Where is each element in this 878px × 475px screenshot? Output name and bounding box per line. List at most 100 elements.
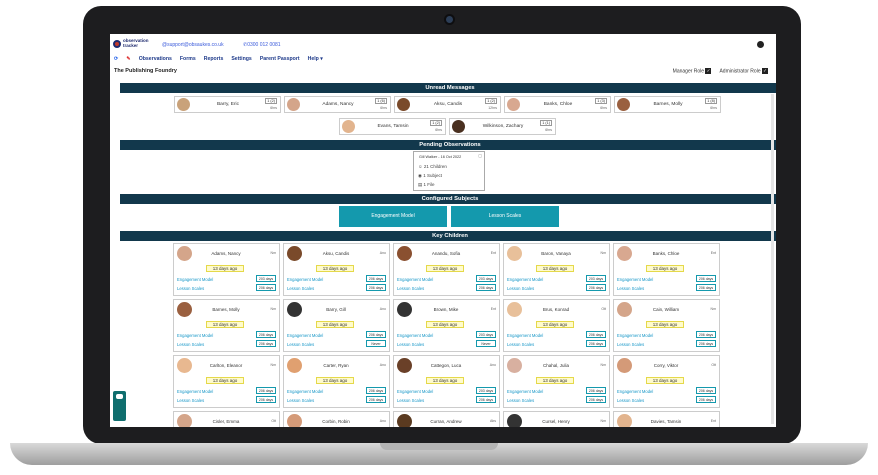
lesson-scales-link[interactable]: Lesson Scales — [397, 342, 424, 347]
child-card[interactable]: Barnes, Molly Nm 13 days ago Engagement Mod… — [173, 299, 280, 352]
avatar — [177, 98, 190, 111]
engagement-model-link[interactable]: Engagement Model — [617, 389, 653, 394]
nav-settings[interactable]: Settings — [231, 56, 251, 62]
engagement-model-link[interactable]: Engagement Model — [617, 277, 653, 282]
chat-widget-button[interactable] — [113, 391, 126, 421]
avatar — [507, 302, 522, 317]
nav-observations[interactable]: Observations — [139, 56, 172, 62]
lesson-scales-days-badge: 206 days — [586, 284, 606, 291]
engagement-model-link[interactable]: Engagement Model — [287, 333, 323, 338]
child-card[interactable]: Brus, Konrad Ott 13 days ago Engagement Mod… — [503, 299, 610, 352]
child-card[interactable]: Aksu, Candis Ano 13 days ago Engagement Mod… — [283, 243, 390, 296]
message-card[interactable]: Adams, Nancy 1 (6) 6hrs — [284, 96, 391, 113]
phone-link[interactable]: ✆0300 012 0081 — [243, 42, 281, 48]
message-child-name: Aksu, Candis — [433, 102, 463, 107]
engagement-model-link[interactable]: Engagement Model — [617, 333, 653, 338]
message-card[interactable]: Wilkinson, Zachary 1 (1) 6hrs — [449, 118, 556, 135]
engagement-model-link[interactable]: Engagement Model — [397, 389, 433, 394]
subject-button-lesson-scales[interactable]: Lesson Scales — [451, 206, 559, 227]
lesson-scales-link[interactable]: Lesson Scales — [177, 286, 204, 291]
message-card[interactable]: Barnes, Molly 1 (8) 6hrs — [614, 96, 721, 113]
nav-forms[interactable]: Forms — [180, 56, 196, 62]
child-card[interactable]: Baron, Vanaya Nm 13 days ago Engagement Mod… — [503, 243, 610, 296]
child-card[interactable]: Curran, Andrew Abs — [393, 411, 500, 427]
avatar — [617, 302, 632, 317]
engagement-model-days-badge: 203 days — [476, 331, 496, 338]
child-card[interactable]: Banks, Chloe Ent 13 days ago Engagement Mod… — [613, 243, 720, 296]
lesson-scales-link[interactable]: Lesson Scales — [287, 398, 314, 403]
child-card[interactable]: Corry, Viktor Ott 13 days ago Engagement Mo… — [613, 355, 720, 408]
child-class: Ano — [489, 363, 496, 367]
engagement-model-link[interactable]: Engagement Model — [177, 333, 213, 338]
child-class: Nm — [600, 363, 606, 367]
message-child-name: Evans, Tamsin — [377, 124, 409, 129]
engagement-model-link[interactable]: Engagement Model — [507, 333, 543, 338]
nav-parent-passport[interactable]: Parent Passport — [260, 56, 300, 62]
engagement-model-link[interactable]: Engagement Model — [177, 277, 213, 282]
child-card[interactable]: Chahal, Julia Nm 13 days ago Engagement Mod… — [503, 355, 610, 408]
child-card[interactable]: Cattegon, Luca Ano 13 days ago Engagement M… — [393, 355, 500, 408]
checkbox-checked-icon[interactable]: ✓ — [762, 68, 768, 74]
engagement-model-link[interactable]: Engagement Model — [507, 277, 543, 282]
checkbox-checked-icon[interactable]: ✓ — [705, 68, 712, 74]
engagement-model-link[interactable]: Engagement Model — [397, 333, 433, 338]
nav-reports[interactable]: Reports — [204, 56, 224, 62]
lesson-scales-link[interactable]: Lesson Scales — [287, 286, 314, 291]
child-card[interactable]: Barry, Gill Ano 13 days ago Engagement Mode… — [283, 299, 390, 352]
lesson-scales-link[interactable]: Lesson Scales — [177, 342, 204, 347]
child-name: Brus, Konrad — [542, 307, 570, 312]
support-email-link[interactable]: @support@obsaukes.co.uk — [162, 42, 224, 48]
child-class: Nm — [270, 251, 276, 255]
user-menu-icon[interactable] — [757, 41, 764, 48]
engagement-model-link[interactable]: Engagement Model — [287, 277, 323, 282]
engagement-model-link[interactable]: Engagement Model — [507, 389, 543, 394]
message-card[interactable]: Banks, Chloe 1 (3) 6hrs — [504, 96, 611, 113]
child-card[interactable]: Cisler, Emma Ott — [173, 411, 280, 427]
lesson-scales-link[interactable]: Lesson Scales — [617, 286, 644, 291]
last-observation-badge: 13 days ago — [426, 321, 464, 328]
refresh-icon[interactable]: ⟳ — [114, 56, 118, 62]
lesson-scales-link[interactable]: Lesson Scales — [397, 286, 424, 291]
scrollbar[interactable] — [771, 94, 774, 424]
avatar — [397, 358, 412, 373]
message-count-badge: 1 (2) — [265, 98, 277, 104]
child-card[interactable]: Cursel, Henry Nm — [503, 411, 610, 427]
message-card[interactable]: Aksu, Candis 1 (2) 12hrs — [394, 96, 501, 113]
engagement-model-link[interactable]: Engagement Model — [397, 277, 433, 282]
subject-button-engagement-model[interactable]: Engagement Model — [339, 206, 447, 227]
child-card[interactable]: Carlton, Eleanor Nm 13 days ago Engagement … — [173, 355, 280, 408]
administrator-role-toggle[interactable]: Administrator Role ✓ — [719, 68, 768, 74]
laptop-notch — [380, 443, 498, 450]
administrator-role-label: Administrator Role — [719, 68, 761, 75]
nav-help[interactable]: Help ▾ — [308, 56, 323, 62]
engagement-model-link[interactable]: Engagement Model — [177, 389, 213, 394]
child-card[interactable]: Carter, Ryan Ano 13 days ago Engagement Mod… — [283, 355, 390, 408]
child-card[interactable]: Corbin, Robin Ano — [283, 411, 390, 427]
child-card[interactable]: Davies, Tamsin Ent — [613, 411, 720, 427]
lesson-scales-link[interactable]: Lesson Scales — [507, 342, 534, 347]
child-card[interactable]: Anandu, Sofia Ent 13 days ago Engagement Mo… — [393, 243, 500, 296]
lesson-scales-link[interactable]: Lesson Scales — [287, 342, 314, 347]
child-card[interactable]: Adams, Nancy Nm 13 days ago Engagement Mode… — [173, 243, 280, 296]
lesson-scales-link[interactable]: Lesson Scales — [177, 398, 204, 403]
lesson-scales-days-badge: 206 days — [696, 284, 716, 291]
pending-observation-card[interactable]: Gill Walker - 16 Oct 2022 ▢ ☺ 21 Childre… — [413, 151, 485, 191]
message-card[interactable]: Barry, Eric 1 (2) 6hrs — [174, 96, 281, 113]
child-card[interactable]: Brown, Mike Ent 13 days ago Engagement Mode… — [393, 299, 500, 352]
lesson-scales-link[interactable]: Lesson Scales — [507, 286, 534, 291]
logo[interactable]: observation tracker — [113, 38, 149, 48]
message-card[interactable]: Evans, Tamsin 1 (2) 6hrs — [339, 118, 446, 135]
message-age: 6hrs — [710, 106, 717, 110]
manager-role-toggle[interactable]: Manager Role ✓ — [673, 68, 712, 74]
lesson-scales-link[interactable]: Lesson Scales — [617, 398, 644, 403]
lesson-scales-link[interactable]: Lesson Scales — [617, 342, 644, 347]
pin-icon[interactable]: ✎ — [126, 56, 130, 62]
role-toggles: Manager Role ✓ Administrator Role ✓ — [673, 68, 768, 74]
last-observation-badge: 13 days ago — [206, 265, 244, 272]
lesson-scales-link[interactable]: Lesson Scales — [507, 398, 534, 403]
lesson-scales-link[interactable]: Lesson Scales — [397, 398, 424, 403]
children-icon: ☺ — [418, 164, 423, 169]
child-card[interactable]: Cain, William Nm 13 days ago Engagement Mod… — [613, 299, 720, 352]
engagement-model-link[interactable]: Engagement Model — [287, 389, 323, 394]
close-icon[interactable]: ▢ — [478, 153, 482, 158]
